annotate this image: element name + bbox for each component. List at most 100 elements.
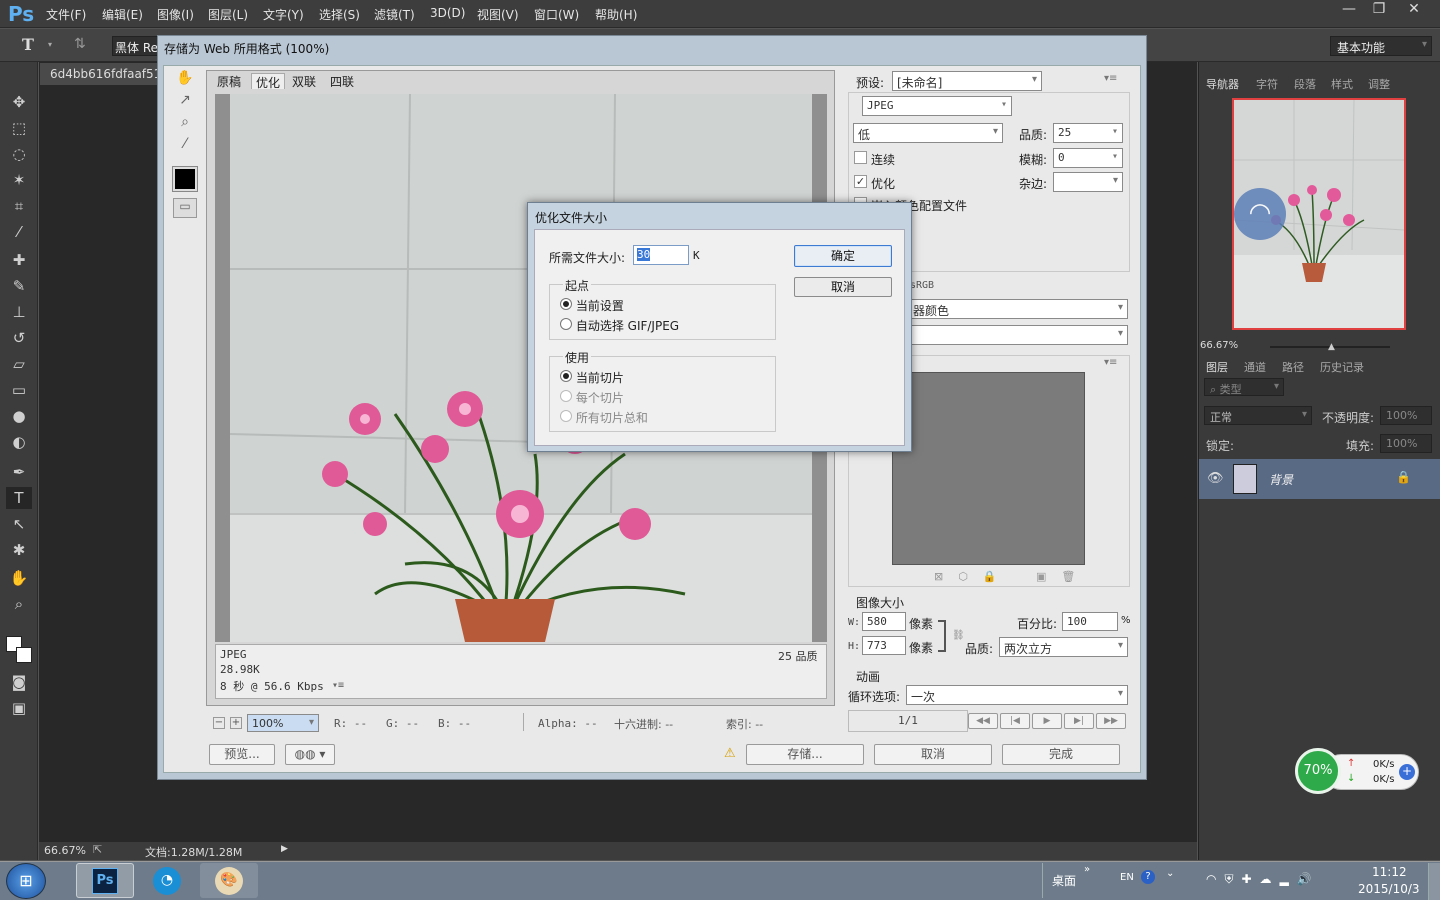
modal-cancel-button[interactable]: 取消 [794,277,892,297]
history-brush-tool-icon[interactable]: ↺ [6,327,32,349]
start-current-settings[interactable]: 当前设置 [560,297,624,314]
percent-field[interactable]: 100 [1062,612,1118,631]
zoom-tool-icon[interactable]: ⌕ [172,114,198,136]
opacity-field[interactable]: 100% [1380,406,1432,425]
memory-percent-badge[interactable]: 70% [1295,748,1341,794]
last-frame-button[interactable]: ▶▶ [1096,713,1126,729]
menu-help[interactable]: 帮助(H) [595,6,637,23]
pen-tool-icon[interactable]: ✒ [6,461,32,483]
zoom-out-button[interactable]: − [213,717,225,729]
quality-field[interactable]: 25 [1053,123,1123,143]
text-tool-icon[interactable]: T [6,487,32,509]
blur-tool-icon[interactable]: ● [6,405,32,427]
tab-navigator[interactable]: 导航器 [1206,76,1239,92]
brush-tool-icon[interactable]: ✎ [6,275,32,297]
tab-styles[interactable]: 样式 [1331,76,1353,92]
fill-field[interactable]: 100% [1380,434,1432,453]
menu-window[interactable]: 窗口(W) [534,6,579,23]
lasso-tool-icon[interactable]: ◌ [6,143,32,165]
menu-3d[interactable]: 3D(D) [430,6,465,20]
tab-original[interactable]: 原稿 [213,73,245,89]
tab-paths[interactable]: 路径 [1282,359,1304,375]
ime-options-icon[interactable]: ⌄ [1166,868,1174,879]
taskbar-paint[interactable]: 🎨 [200,863,258,898]
tab-history[interactable]: 历史记录 [1320,359,1364,375]
ok-button[interactable]: 确定 [794,245,892,267]
height-field[interactable]: 773 [862,636,906,655]
marquee-tool-icon[interactable]: ⬚ [6,117,32,139]
screen-mode-icon[interactable]: ▣ [6,697,32,719]
color-preview-select[interactable]: 器颜色 [908,299,1128,319]
tray-icons[interactable]: ◠⛨✚☁▂🔊 [1206,872,1320,887]
menu-image[interactable]: 图像(I) [157,6,194,23]
color-table[interactable] [892,372,1085,565]
loop-select[interactable]: 一次 [906,685,1128,705]
radio-auto-select[interactable] [560,318,572,330]
info-menu-icon[interactable]: ▾≡ [332,680,344,691]
radio-current-slice[interactable] [560,370,572,382]
start-auto-select[interactable]: 自动选择 GIF/JPEG [560,317,679,334]
tab-optimized[interactable]: 优化 [251,73,286,90]
network-speed-widget[interactable]: 70% ↑ 0K/s ↓ 0K/s + [1295,748,1419,794]
share-icon[interactable]: ⇱ [93,843,102,856]
browser-select-button[interactable]: ◍◍ ▾ [285,744,335,765]
hand-tool-icon[interactable]: ✋ [6,567,32,589]
toolbar-expand-icon[interactable]: » [1084,864,1090,875]
toggle-slices-icon[interactable]: ▭ [173,198,197,218]
font-family-field[interactable]: 黑体 Re [112,36,162,56]
first-frame-button[interactable]: ◀◀ [968,713,998,729]
menu-layer[interactable]: 图层(L) [208,6,248,23]
status-menu-arrow-icon[interactable]: ▶ [281,844,288,854]
metadata-select[interactable] [908,325,1128,345]
tab-channels[interactable]: 通道 [1244,359,1266,375]
menu-file[interactable]: 文件(F) [46,6,86,23]
preset-select[interactable]: [未命名] [892,71,1042,91]
gradient-tool-icon[interactable]: ▭ [6,379,32,401]
matte-select[interactable] [1053,172,1123,192]
background-color-swatch[interactable] [16,647,32,663]
cancel-button[interactable]: 取消 [874,744,992,765]
settings-menu-icon[interactable]: ▾≡ [1104,73,1117,84]
show-desktop-button[interactable] [1428,863,1440,900]
tab-adjustments[interactable]: 调整 [1368,76,1390,92]
magic-wand-tool-icon[interactable]: ✶ [6,169,32,191]
navigator-zoom-value[interactable]: 66.67% [1200,340,1238,351]
close-button[interactable]: ✕ [1396,0,1432,20]
quick-mask-icon[interactable]: ◙ [6,671,32,693]
progressive-checkbox[interactable] [854,151,867,164]
minimize-button[interactable]: — [1334,0,1364,20]
path-selection-tool-icon[interactable]: ↖ [6,513,32,535]
healing-brush-tool-icon[interactable]: ✚ [6,249,32,271]
slice-select-tool-icon[interactable]: ↗ [172,92,198,114]
tab-character[interactable]: 字符 [1256,76,1278,92]
blend-mode-select[interactable]: 正常 [1204,406,1312,425]
crop-tool-icon[interactable]: ⌗ [6,195,32,217]
text-orientation-icon[interactable]: ⇅ [74,36,86,52]
zoom-in-button[interactable]: + [230,717,242,729]
tab-layers[interactable]: 图层 [1206,359,1228,375]
workspace-select[interactable]: 基本功能 [1330,36,1432,56]
link-icon[interactable]: ⛓ [952,630,965,641]
play-button[interactable]: ▶ [1032,713,1062,729]
type-tool-icon[interactable]: T [22,35,34,54]
eye-icon[interactable]: 👁 [1207,471,1224,486]
tab-4-up[interactable]: 四联 [326,73,358,89]
layer-row-background[interactable]: 👁 背景 🔒 [1199,459,1440,499]
tab-paragraph[interactable]: 段落 [1294,76,1316,92]
color-table-actions[interactable]: ⊠⬡🔒 [934,570,1012,583]
prev-frame-button[interactable]: |◀ [1000,713,1030,729]
desktop-toolbar[interactable]: 桌面 [1052,872,1076,889]
dodge-tool-icon[interactable]: ◐ [6,431,32,453]
eyedropper-tool-icon[interactable]: ⁄ [6,221,32,243]
menu-select[interactable]: 选择(S) [319,6,360,23]
menu-type[interactable]: 文字(Y) [263,6,304,23]
clock-time[interactable]: 11:12 [1372,865,1407,879]
eyedropper-tool-icon[interactable]: ⁄ [172,136,198,158]
clock-date[interactable]: 2015/10/3 [1358,882,1420,896]
eyedropper-color-swatch[interactable] [172,166,198,192]
tab-2-up[interactable]: 双联 [288,73,320,89]
shape-tool-icon[interactable]: ✱ [6,539,32,561]
zoom-level-select[interactable]: 100% [247,714,319,732]
menu-view[interactable]: 视图(V) [477,6,519,23]
taskbar-browser[interactable]: ◔ [138,863,196,898]
